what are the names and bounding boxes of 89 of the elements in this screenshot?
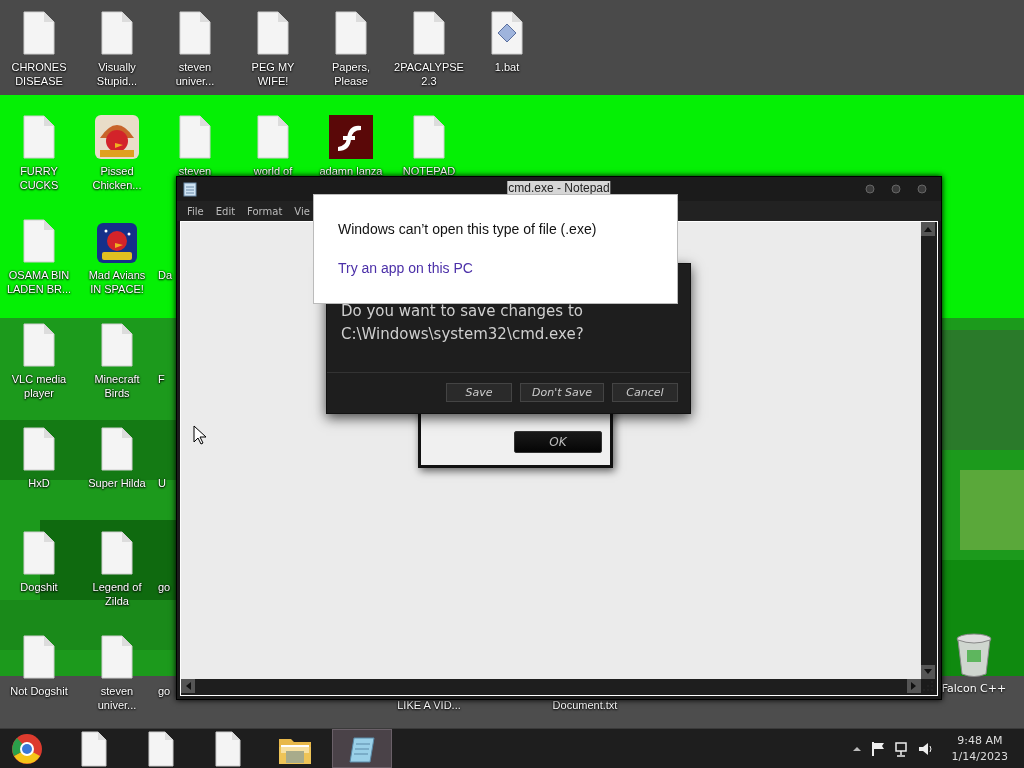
icon-label: go xyxy=(157,684,171,698)
icon-label: Document.txt xyxy=(552,698,618,712)
horizontal-scrollbar[interactable] xyxy=(181,679,921,695)
icon-label: CHRONES DISEASE xyxy=(10,60,68,88)
icon-label: NOTEPAD xyxy=(402,164,456,178)
script-file-icon xyxy=(488,10,526,56)
icon-label: Dogshit xyxy=(20,580,58,594)
menu-item[interactable]: Edit xyxy=(215,205,236,217)
file-icon xyxy=(332,10,370,56)
icon-label: Falcon C++ xyxy=(941,682,1007,696)
icon-label: Visually Stupid... xyxy=(95,60,139,88)
scroll-up-icon[interactable] xyxy=(921,222,935,236)
file-icon xyxy=(98,322,136,368)
file-icon xyxy=(98,634,136,680)
file-icon xyxy=(20,634,58,680)
file-icon xyxy=(213,730,243,767)
file-icon xyxy=(176,10,214,56)
menu-item[interactable]: Format xyxy=(247,205,283,217)
menu-item[interactable]: Vie xyxy=(294,205,310,217)
icon-label: Super Hilda xyxy=(88,476,146,490)
file-icon xyxy=(20,426,58,472)
icon-label: Da xyxy=(157,268,173,282)
menu-item[interactable]: File xyxy=(187,205,204,217)
file-icon xyxy=(79,730,109,767)
file-icon xyxy=(98,426,136,472)
icon-label: U xyxy=(157,476,166,490)
window-control-icon[interactable] xyxy=(917,184,927,194)
icon-label: Papers, Please xyxy=(331,60,371,88)
popup-message: Windows can’t open this type of file (.exe) xyxy=(338,221,598,237)
icon-label: OSAMA BIN LADEN BR... xyxy=(5,268,73,296)
icon-label: VLC media player xyxy=(10,372,68,400)
bird-app-icon xyxy=(94,114,140,160)
icon-label: steven xyxy=(178,164,212,178)
file-icon xyxy=(176,114,214,160)
icon-label: 1.bat xyxy=(494,60,520,74)
bird-app-icon xyxy=(96,222,138,264)
speaker-icon[interactable] xyxy=(917,740,934,757)
file-icon xyxy=(20,530,58,576)
network-icon[interactable] xyxy=(893,740,910,757)
ok-button[interactable]: OK xyxy=(514,431,602,453)
clock-date[interactable]: 1/14/2023 xyxy=(951,748,1008,765)
file-icon xyxy=(20,322,58,368)
icon-label: Mad Avians IN SPACE! xyxy=(87,268,147,296)
window-control-icon[interactable] xyxy=(865,184,875,194)
scroll-left-icon[interactable] xyxy=(181,679,195,693)
window-title: cmd.exe - Notepad xyxy=(507,181,611,195)
icon-label: Pissed Chicken... xyxy=(91,164,143,192)
cursor-icon xyxy=(193,425,207,445)
file-icon xyxy=(410,10,448,56)
icon-label: LIKE A VID... xyxy=(397,698,461,712)
dialog-button[interactable]: Save xyxy=(446,383,512,402)
window-control-icon[interactable] xyxy=(891,184,901,194)
resize-grip-icon[interactable] xyxy=(921,679,935,693)
file-icon xyxy=(146,730,176,767)
icon-label: 2PACALYPSE 2.3 xyxy=(394,60,464,88)
dialog-message: Do you want to save changes to C:\Windows\system32\cmd.exe? xyxy=(341,301,585,345)
trash-bin-icon xyxy=(955,632,993,678)
file-icon xyxy=(20,114,58,160)
file-icon xyxy=(254,114,292,160)
dialog-button[interactable]: Cancel xyxy=(612,383,678,402)
dialog-button[interactable]: Don't Save xyxy=(520,383,604,402)
file-icon xyxy=(98,10,136,56)
app-link[interactable]: Try an app on this PC xyxy=(338,260,473,276)
scroll-right-icon[interactable] xyxy=(907,679,921,693)
file-icon xyxy=(410,114,448,160)
file-icon xyxy=(254,10,292,56)
icon-label: HxD xyxy=(28,476,50,490)
scroll-down-icon[interactable] xyxy=(921,665,935,679)
ring-logo-icon xyxy=(11,732,43,765)
vertical-scrollbar[interactable] xyxy=(921,222,937,679)
file-icon xyxy=(98,530,136,576)
taskbar-button[interactable] xyxy=(332,729,392,768)
icon-label: go xyxy=(157,580,171,594)
icon-label: Not Dogshit xyxy=(10,684,68,698)
icon-label: world of xyxy=(253,164,293,178)
swoosh-app-icon xyxy=(328,114,374,160)
flag-icon[interactable] xyxy=(869,740,886,757)
file-icon xyxy=(20,218,58,264)
notepad-icon xyxy=(183,181,197,197)
icon-label: F xyxy=(157,372,165,386)
icon-label: steven univer... xyxy=(174,60,216,88)
icon-label: Minecraft Birds xyxy=(93,372,141,400)
icon-label: FURRY CUCKS xyxy=(18,164,60,192)
icon-label: PEG MY WIFE! xyxy=(250,60,296,88)
icon-label: adamn lanza xyxy=(319,164,383,178)
icon-label: Legend of Zilda xyxy=(91,580,143,608)
icon-label: steven univer... xyxy=(96,684,138,712)
clock-time[interactable]: 9:48 AM xyxy=(957,732,1003,749)
file-icon xyxy=(20,10,58,56)
